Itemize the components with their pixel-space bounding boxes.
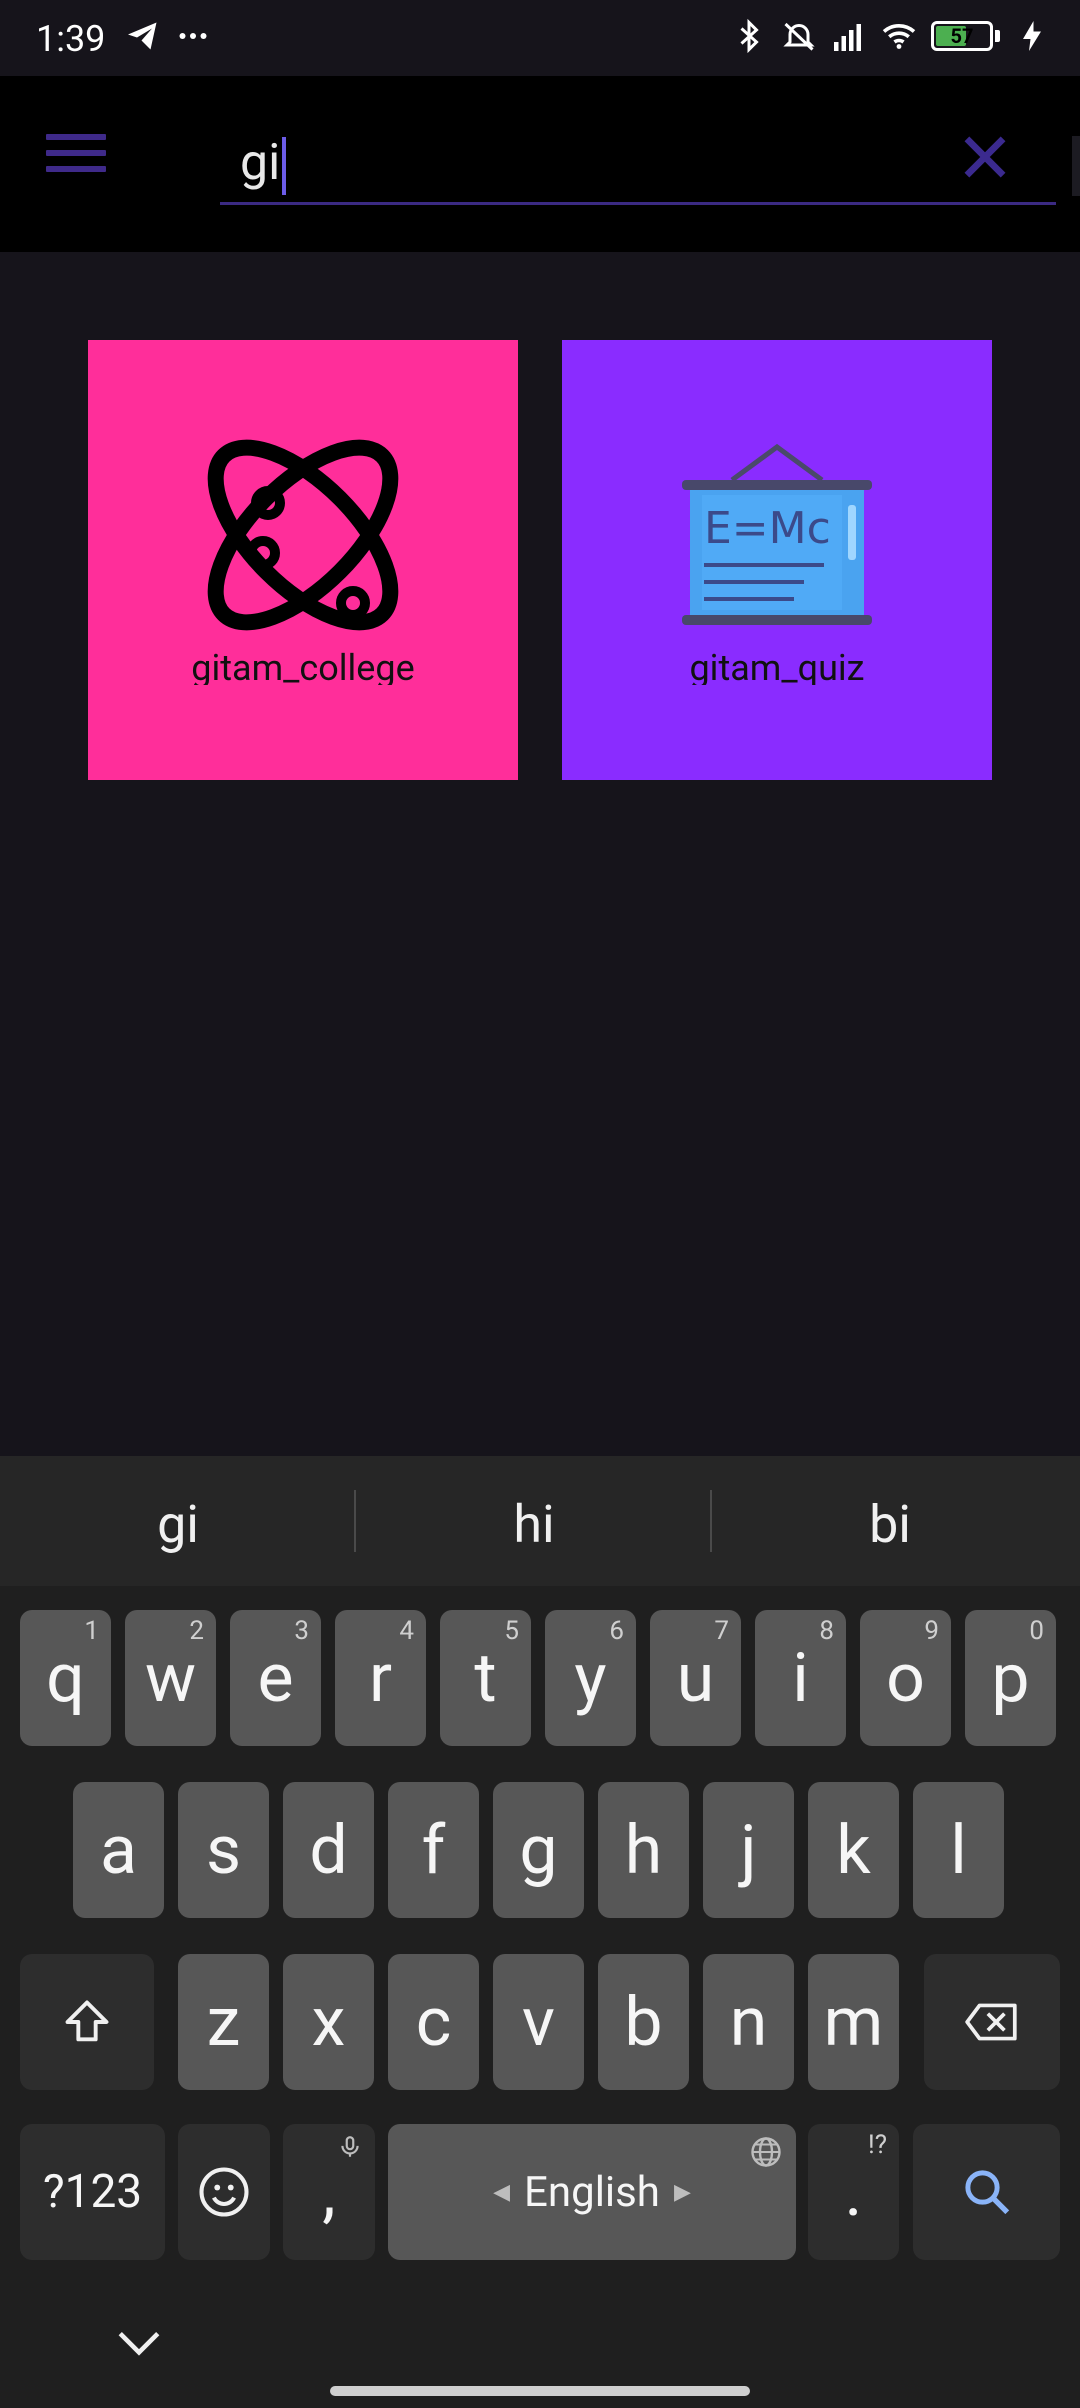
search-input-value: gi <box>240 134 281 192</box>
suggestion-2[interactable]: hi <box>356 1494 712 1555</box>
status-time: 1:39 <box>36 18 106 60</box>
key-f[interactable]: f <box>388 1782 479 1918</box>
key-r[interactable]: r4 <box>335 1610 426 1746</box>
status-bar: 1:39 57 <box>0 0 1080 76</box>
signal-icon <box>834 24 861 51</box>
close-icon[interactable] <box>954 126 1016 188</box>
telegram-icon <box>128 22 157 50</box>
key-p[interactable]: p0 <box>965 1610 1056 1746</box>
key-m[interactable]: m <box>808 1954 899 2090</box>
card-label: gitam_college <box>191 647 415 685</box>
mic-icon <box>341 2136 359 2157</box>
symbols-key[interactable]: ?123 <box>20 2124 165 2260</box>
battery-tip <box>995 30 1000 42</box>
search-input[interactable]: gi <box>220 116 1056 205</box>
search-key[interactable] <box>913 2124 1060 2260</box>
period-key[interactable]: . !? <box>808 2124 899 2260</box>
key-y[interactable]: y6 <box>545 1610 636 1746</box>
card-label: gitam_quiz <box>689 647 865 685</box>
key-h[interactable]: h <box>598 1782 689 1918</box>
app-bar: gi <box>0 76 1080 252</box>
hamburger-menu-icon[interactable] <box>46 134 106 184</box>
globe-icon <box>751 2137 781 2167</box>
key-z[interactable]: z <box>178 1954 269 2090</box>
emoji-icon <box>199 2167 249 2217</box>
result-card-gitam-quiz[interactable]: E=Mc gitam_quiz <box>562 340 992 780</box>
key-a[interactable]: a <box>73 1782 164 1918</box>
key-s[interactable]: s <box>178 1782 269 1918</box>
charging-icon <box>1023 21 1041 51</box>
key-x[interactable]: x <box>283 1954 374 2090</box>
bluetooth-icon <box>740 18 759 54</box>
key-u[interactable]: u7 <box>650 1610 741 1746</box>
muted-bell-icon <box>783 22 815 51</box>
key-i[interactable]: i8 <box>755 1610 846 1746</box>
suggestion-bar: gi hi bi <box>0 1456 1080 1586</box>
key-k[interactable]: k <box>808 1782 899 1918</box>
backspace-key[interactable] <box>924 1954 1060 2090</box>
shift-icon <box>65 2000 109 2042</box>
key-n[interactable]: n <box>703 1954 794 2090</box>
result-card-gitam-college[interactable]: gitam_college <box>88 340 518 780</box>
key-j[interactable]: j <box>703 1782 794 1918</box>
key-o[interactable]: o9 <box>860 1610 951 1746</box>
key-w[interactable]: w2 <box>125 1610 216 1746</box>
svg-text:E=Mc: E=Mc <box>704 503 831 554</box>
wifi-icon <box>882 24 916 49</box>
space-key[interactable]: ◀ English ▶ <box>388 2124 796 2260</box>
language-left-arrow-icon: ◀ <box>493 2179 511 2205</box>
key-t[interactable]: t5 <box>440 1610 531 1746</box>
search-icon <box>964 2170 1009 2215</box>
key-l[interactable]: l <box>913 1782 1004 1918</box>
more-dots-icon <box>179 33 207 39</box>
key-e[interactable]: e3 <box>230 1610 321 1746</box>
hide-keyboard-chevron-icon[interactable] <box>114 2326 164 2362</box>
battery-icon: 57 <box>931 21 993 51</box>
backspace-icon <box>965 2003 1017 2041</box>
language-right-arrow-icon: ▶ <box>673 2179 691 2205</box>
shift-key[interactable] <box>20 1954 154 2090</box>
appbar-edge-action[interactable] <box>1072 136 1080 196</box>
key-g[interactable]: g <box>493 1782 584 1918</box>
key-v[interactable]: v <box>493 1954 584 2090</box>
comma-key[interactable]: , <box>283 2124 375 2260</box>
battery-level: 57 <box>950 24 974 48</box>
key-b[interactable]: b <box>598 1954 689 2090</box>
key-c[interactable]: c <box>388 1954 479 2090</box>
blackboard-icon: E=Mc <box>682 443 872 625</box>
text-caret <box>282 136 287 195</box>
gesture-nav-bar[interactable] <box>330 2386 750 2396</box>
suggestion-1[interactable]: gi <box>0 1494 356 1555</box>
soft-keyboard: gi hi bi q1 w2 e3 r4 t5 y6 u7 i8 o9 p0 a… <box>0 1456 1080 2408</box>
emoji-key[interactable] <box>178 2124 270 2260</box>
key-d[interactable]: d <box>283 1782 374 1918</box>
suggestion-3[interactable]: bi <box>712 1494 1068 1555</box>
key-q[interactable]: q1 <box>20 1610 111 1746</box>
atom-icon <box>207 439 399 631</box>
